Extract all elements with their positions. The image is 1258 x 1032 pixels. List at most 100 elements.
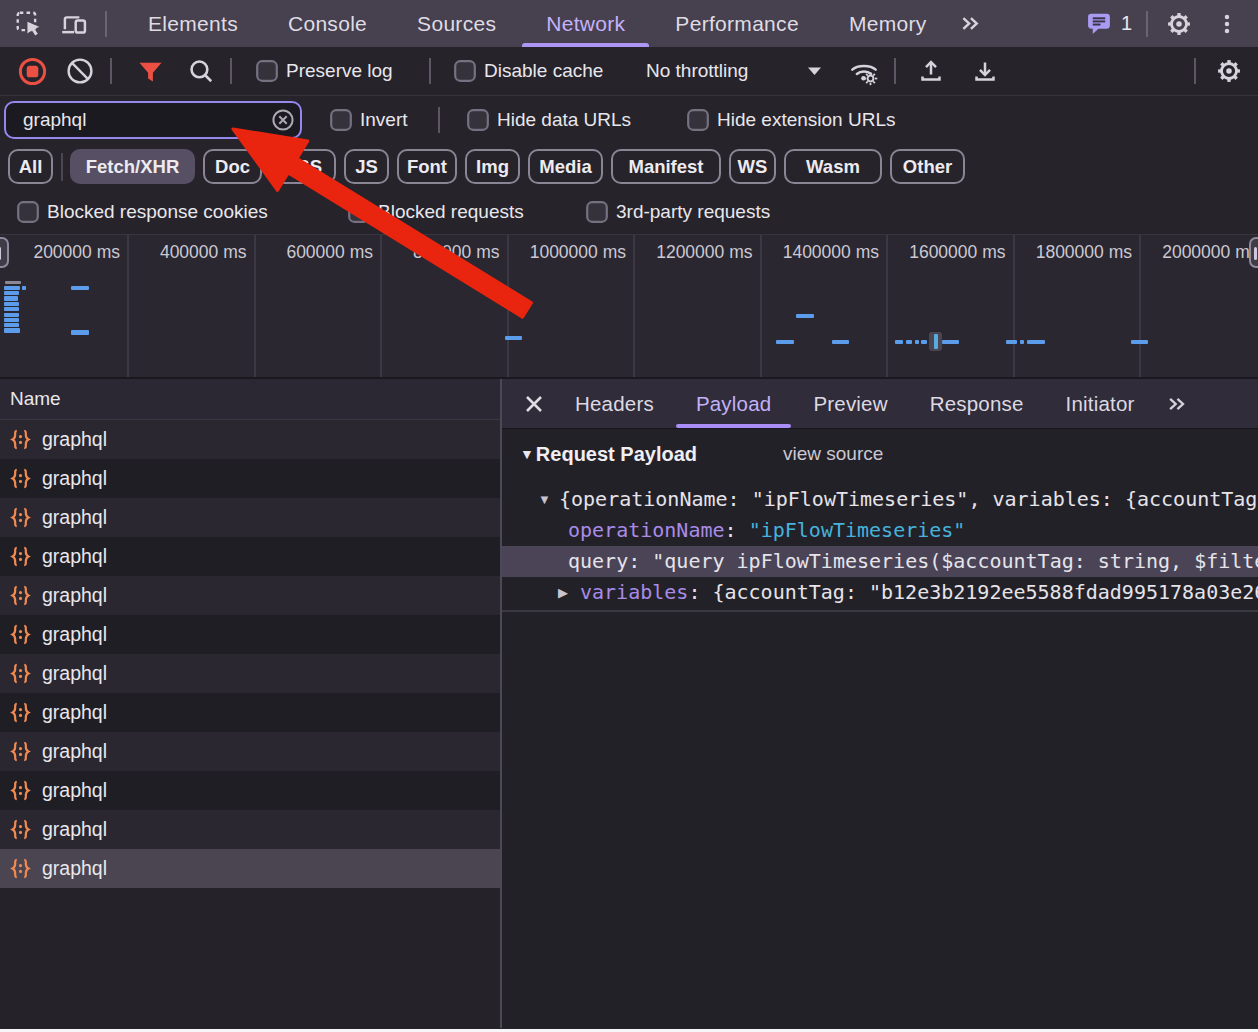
request-row[interactable]: graphql xyxy=(0,732,500,771)
waterfall-bar xyxy=(4,296,18,300)
divider xyxy=(105,11,107,37)
customize-devtools-menu-button[interactable] xyxy=(1210,7,1244,41)
filter-chip-img[interactable]: Img xyxy=(465,149,520,184)
overview-window-grip-left[interactable] xyxy=(0,237,9,268)
settings-button[interactable] xyxy=(1162,7,1196,41)
filter-chip-media[interactable]: Media xyxy=(528,149,603,184)
export-har-button[interactable] xyxy=(968,54,1002,88)
panel-tab-network[interactable]: Network xyxy=(521,0,650,47)
clear-network-log-button[interactable] xyxy=(63,54,97,88)
import-har-button[interactable] xyxy=(914,54,948,88)
detail-tab-headers[interactable]: Headers xyxy=(554,379,675,429)
3rd-party-requests-checkbox[interactable]: 3rd-party requests xyxy=(586,201,770,223)
filter-chip-wasm[interactable]: Wasm xyxy=(784,149,882,184)
filter-chip-all[interactable]: All xyxy=(8,149,53,184)
checkbox-label: Blocked response cookies xyxy=(47,201,268,223)
issues-button[interactable]: 1 xyxy=(1086,11,1132,36)
throttling-select[interactable]: No throttling xyxy=(646,60,822,82)
filter-chip-doc[interactable]: Doc xyxy=(203,149,262,184)
record-network-log-button[interactable] xyxy=(15,54,49,88)
network-conditions-button[interactable] xyxy=(847,54,881,88)
chevron-double-right-icon xyxy=(1165,392,1189,416)
filter-chip-css[interactable]: CSS xyxy=(270,149,336,184)
clear-icon xyxy=(66,57,94,85)
clear-filter-button[interactable] xyxy=(271,108,295,132)
collapse-triangle-icon: ▼ xyxy=(520,446,534,462)
blocked-response-cookies-checkbox[interactable]: Blocked response cookies xyxy=(17,201,268,223)
request-name: graphql xyxy=(42,857,107,880)
payload-tree-row[interactable]: query: "query ipFlowTimeseries($accountT… xyxy=(502,546,1258,577)
fetch-xhr-icon xyxy=(8,856,33,881)
filter-chip-js[interactable]: JS xyxy=(344,149,389,184)
request-row[interactable]: graphql xyxy=(0,537,500,576)
filter-chip-font[interactable]: Font xyxy=(397,149,457,184)
filter-chip-ws[interactable]: WS xyxy=(729,149,776,184)
search-network-button[interactable] xyxy=(184,54,218,88)
filter-chip-manifest[interactable]: Manifest xyxy=(611,149,721,184)
upload-icon xyxy=(917,57,945,85)
hide-data-urls-checkbox[interactable]: Hide data URLs xyxy=(467,109,631,131)
waterfall-bar xyxy=(4,328,20,332)
divider xyxy=(230,58,232,84)
request-row[interactable]: graphql xyxy=(0,771,500,810)
request-row[interactable]: graphql xyxy=(0,693,500,732)
request-row[interactable]: graphql xyxy=(0,849,500,888)
chevron-double-right-icon xyxy=(958,11,983,36)
toggle-device-toolbar-button[interactable] xyxy=(57,7,91,41)
payload-json-tree: ▼{operationName: "ipFlowTimeseries", var… xyxy=(502,484,1258,612)
code-key: operationName xyxy=(568,518,725,542)
overview-window-grip-right[interactable] xyxy=(1249,237,1258,268)
panel-tab-memory[interactable]: Memory xyxy=(824,0,952,47)
request-row[interactable]: graphql xyxy=(0,498,500,537)
fetch-xhr-icon xyxy=(8,817,33,842)
filter-input[interactable] xyxy=(23,109,271,131)
payload-tree-row[interactable]: operationName: "ipFlowTimeseries" xyxy=(502,515,1258,546)
preserve-log-checkbox[interactable]: Preserve log xyxy=(256,60,393,82)
request-name: graphql xyxy=(42,506,107,529)
request-row[interactable]: graphql xyxy=(0,615,500,654)
detail-tab-payload[interactable]: Payload xyxy=(675,379,792,429)
payload-tree-row[interactable]: ▶variables: {accountTag: "b12e3b2192ee55… xyxy=(502,577,1258,608)
panel-tab-performance[interactable]: Performance xyxy=(650,0,824,47)
network-overview-timeline[interactable]: 200000 ms400000 ms600000 ms800000 ms1000… xyxy=(0,234,1258,379)
close-detail-button[interactable] xyxy=(514,384,554,424)
hide-extension-urls-checkbox[interactable]: Hide extension URLs xyxy=(687,109,895,131)
name-column-header[interactable]: Name xyxy=(0,379,500,420)
more-detail-tabs-button[interactable] xyxy=(1160,387,1194,421)
view-source-link[interactable]: view source xyxy=(783,443,883,465)
request-row[interactable]: graphql xyxy=(0,654,500,693)
panel-tab-console[interactable]: Console xyxy=(263,0,392,47)
request-payload-section-header[interactable]: ▼ Request Payload view source xyxy=(502,429,1258,479)
request-row[interactable]: graphql xyxy=(0,576,500,615)
fetch-xhr-icon xyxy=(8,427,33,452)
request-row[interactable]: graphql xyxy=(0,420,500,459)
filter-chip-other[interactable]: Other xyxy=(890,149,965,184)
blocked-requests-checkbox[interactable]: Blocked requests xyxy=(348,201,524,223)
fetch-xhr-icon xyxy=(8,622,33,647)
detail-tab-preview[interactable]: Preview xyxy=(792,379,908,429)
panel-tab-sources[interactable]: Sources xyxy=(392,0,521,47)
search-icon xyxy=(187,57,216,86)
request-row[interactable]: graphql xyxy=(0,810,500,849)
network-settings-button[interactable] xyxy=(1212,54,1246,88)
filter-chip-fetch-xhr[interactable]: Fetch/XHR xyxy=(70,149,195,184)
expander-right-icon[interactable]: ▶ xyxy=(558,577,568,608)
disable-cache-checkbox[interactable]: Disable cache xyxy=(454,60,603,82)
divider xyxy=(61,153,63,181)
request-name: graphql xyxy=(42,428,107,451)
request-row[interactable]: graphql xyxy=(0,459,500,498)
detail-tab-response[interactable]: Response xyxy=(909,379,1045,429)
code-str: "ipFlowTimeseries" xyxy=(749,518,966,542)
checkbox-icon xyxy=(687,109,709,131)
expander-down-icon[interactable]: ▼ xyxy=(538,484,551,515)
payload-tree-row[interactable]: ▼{operationName: "ipFlowTimeseries", var… xyxy=(502,484,1258,515)
detail-tab-initiator[interactable]: Initiator xyxy=(1045,379,1156,429)
issues-chat-icon xyxy=(1086,11,1113,36)
request-name: graphql xyxy=(42,623,107,646)
inspect-element-icon-button[interactable] xyxy=(11,7,45,41)
timeline-gridline xyxy=(1013,235,1015,377)
filter-toggle-button[interactable] xyxy=(133,54,167,88)
more-panels-button[interactable] xyxy=(954,7,988,41)
invert-checkbox[interactable]: Invert xyxy=(330,109,408,131)
panel-tab-elements[interactable]: Elements xyxy=(123,0,263,47)
